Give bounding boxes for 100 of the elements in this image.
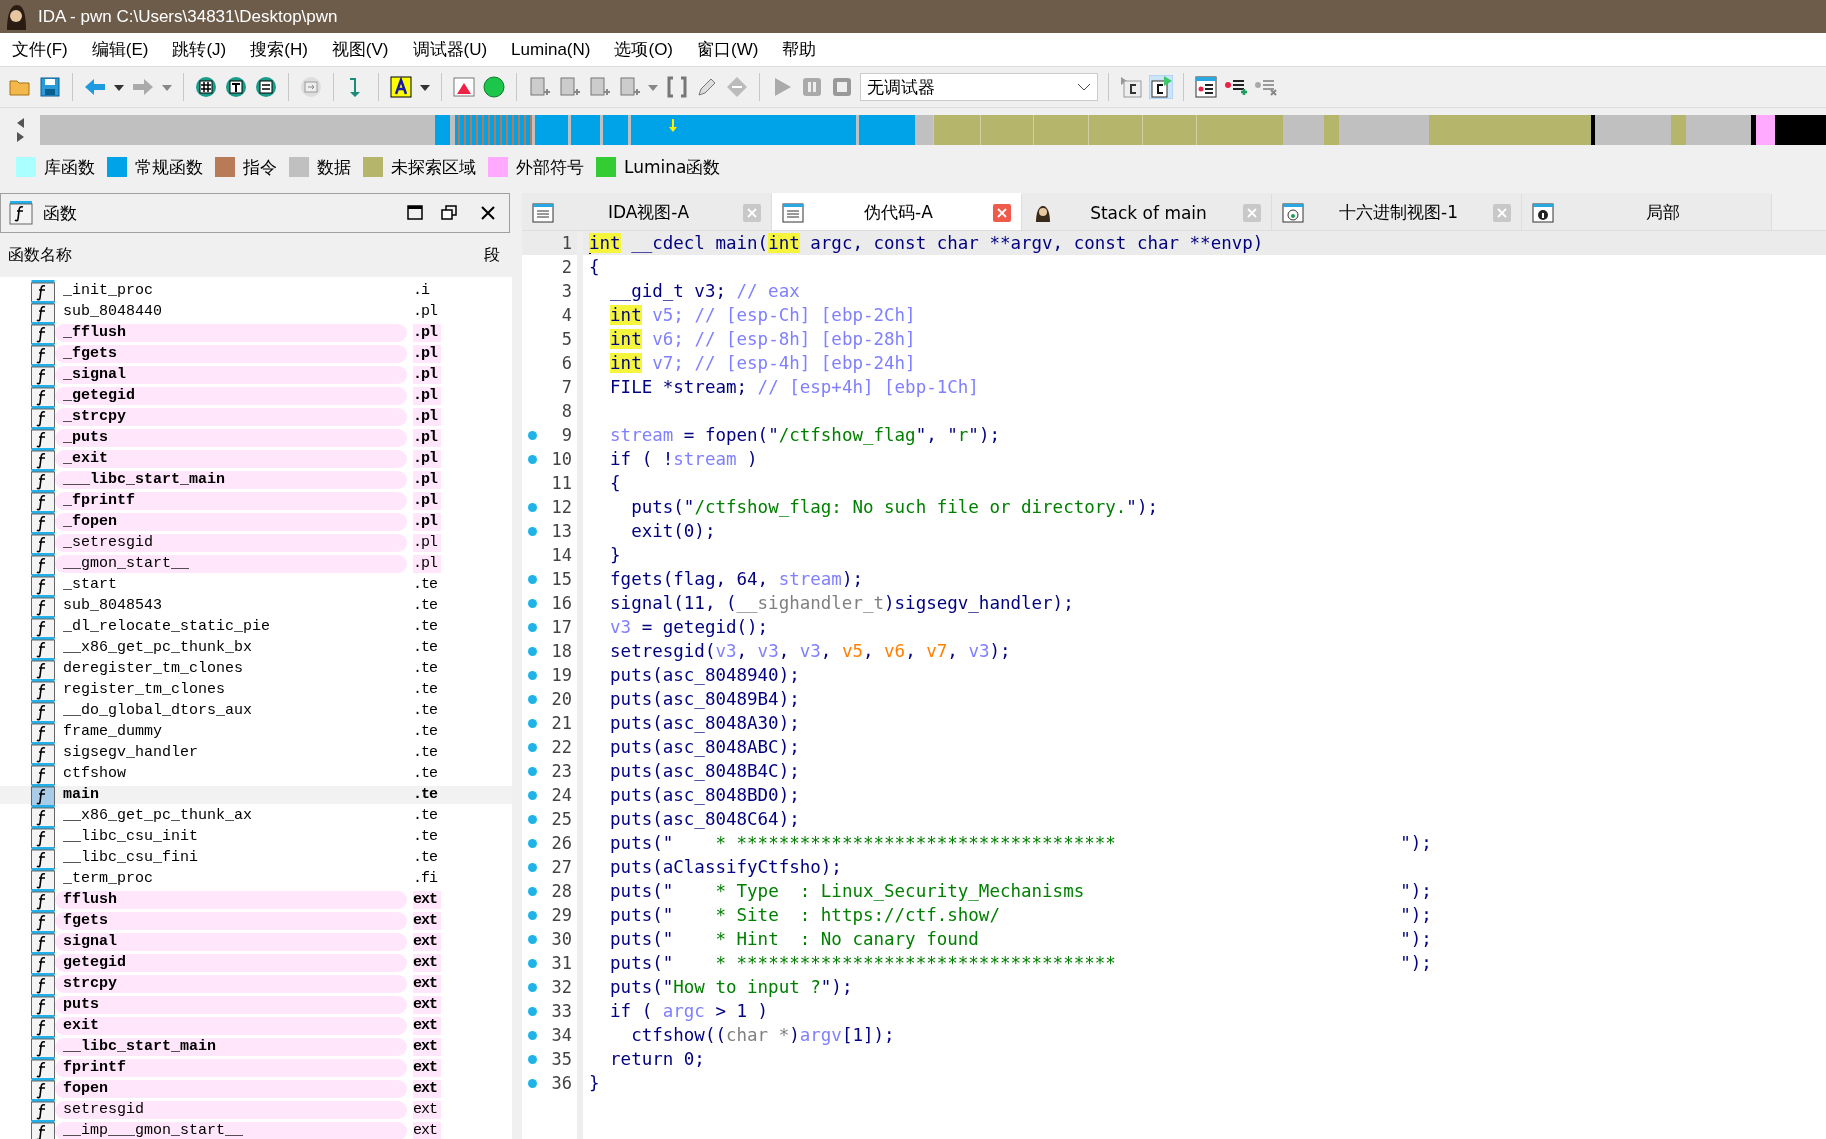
function-name[interactable]: _fflush	[55, 324, 407, 342]
function-name[interactable]: exit	[55, 1017, 407, 1035]
breakpoint-dot[interactable]	[527, 838, 537, 848]
breakpoint-dot[interactable]	[527, 646, 537, 656]
menu-item[interactable]: 帮助	[782, 38, 829, 61]
function-name[interactable]: _exit	[55, 450, 407, 468]
menu-item[interactable]: Lumina(N)	[511, 39, 603, 60]
pause-icon[interactable]	[800, 75, 824, 99]
function-name[interactable]: ctfshow	[55, 765, 407, 783]
breakpoint-dot[interactable]	[527, 742, 537, 752]
breakpoint-dot[interactable]	[527, 718, 537, 728]
function-name[interactable]: _fopen	[55, 513, 407, 531]
breakpoint-dot[interactable]	[527, 526, 537, 536]
menu-item[interactable]: 搜索(H)	[250, 38, 320, 61]
breakpoint-dot[interactable]	[527, 430, 537, 440]
breakpoint-dot[interactable]	[527, 454, 537, 464]
function-name[interactable]: ___libc_start_main	[55, 471, 407, 489]
function-name[interactable]: fflush	[55, 891, 407, 909]
breakpoint-dot[interactable]	[527, 886, 537, 896]
breakpoint-dot[interactable]	[527, 1006, 537, 1016]
function-name[interactable]: __x86_get_pc_thunk_bx	[55, 639, 407, 657]
breakpoint-dot[interactable]	[527, 814, 537, 824]
bracket-icon[interactable]	[665, 75, 689, 99]
function-name[interactable]: sub_8048440	[55, 303, 407, 321]
c-window-icon[interactable]	[1119, 75, 1143, 99]
function-name[interactable]: signal	[55, 933, 407, 951]
menu-item[interactable]: 选项(O)	[614, 38, 685, 61]
binary-icon[interactable]	[254, 75, 278, 99]
function-name[interactable]: getegid	[55, 954, 407, 972]
breakpoint-dot[interactable]	[527, 958, 537, 968]
function-name[interactable]: _fgets	[55, 345, 407, 363]
breakpoint-dot[interactable]	[527, 790, 537, 800]
close-tab-icon[interactable]	[1493, 203, 1511, 222]
c-run-icon[interactable]	[1149, 75, 1173, 99]
function-name[interactable]: sigsegv_handler	[55, 744, 407, 762]
breakpoint-dot[interactable]	[527, 862, 537, 872]
breakpoint-dot[interactable]	[527, 1030, 537, 1040]
function-name[interactable]: _dl_relocate_static_pie	[55, 618, 407, 636]
stop-icon[interactable]	[830, 75, 854, 99]
breakpoint-dot[interactable]	[527, 502, 537, 512]
function-name[interactable]: _term_proc	[55, 870, 407, 888]
function-name[interactable]: __libc_start_main	[55, 1038, 407, 1056]
function-name[interactable]: __do_global_dtors_aux	[55, 702, 407, 720]
maximize-icon[interactable]	[407, 205, 423, 221]
breakpoint-dot[interactable]	[527, 670, 537, 680]
function-name[interactable]: strcpy	[55, 975, 407, 993]
overview-navigator[interactable]	[40, 115, 1826, 145]
breakpoint-dot[interactable]	[527, 598, 537, 608]
function-name[interactable]: __gmon_start__	[55, 555, 407, 573]
breakpoint-dot[interactable]	[527, 1078, 537, 1088]
column-header[interactable]: 函数名称	[0, 244, 476, 266]
save-icon[interactable]	[38, 75, 62, 99]
function-name[interactable]: _signal	[55, 366, 407, 384]
column-header[interactable]: 段	[476, 244, 512, 266]
function-name[interactable]: fgets	[55, 912, 407, 930]
function-name[interactable]: _getegid	[55, 387, 407, 405]
debugger-select[interactable]: 无调试器	[860, 73, 1098, 101]
function-name[interactable]: sub_8048543	[55, 597, 407, 615]
ball-icon[interactable]	[482, 75, 506, 99]
breakpoint-dot[interactable]	[527, 766, 537, 776]
function-name[interactable]: _fprintf	[55, 492, 407, 510]
function-name[interactable]: _setresgid	[55, 534, 407, 552]
tab[interactable]: Stack of main	[1022, 193, 1272, 230]
function-name[interactable]: register_tm_clones	[55, 681, 407, 699]
breakpoint-dot[interactable]	[527, 910, 537, 920]
diamond-icon[interactable]	[725, 75, 749, 99]
breakpoint-dot[interactable]	[527, 982, 537, 992]
function-name[interactable]: _start	[55, 576, 407, 594]
tab[interactable]: 局部	[1522, 193, 1772, 230]
menu-item[interactable]: 跳转(J)	[172, 38, 239, 61]
function-name[interactable]: __libc_csu_fini	[55, 849, 407, 867]
function-name[interactable]: __libc_csu_init	[55, 828, 407, 846]
function-name[interactable]: puts	[55, 996, 407, 1014]
function-name[interactable]: fprintf	[55, 1059, 407, 1077]
close-tab-icon[interactable]	[743, 203, 761, 222]
function-name[interactable]: fopen	[55, 1080, 407, 1098]
menu-item[interactable]: 视图(V)	[331, 38, 401, 61]
text-icon[interactable]	[224, 75, 248, 99]
tab[interactable]: IDA视图-A	[522, 193, 772, 230]
font-color-icon[interactable]	[389, 75, 413, 99]
function-name[interactable]: __x86_get_pc_thunk_ax	[55, 807, 407, 825]
function-name[interactable]: __imp___gmon_start__	[55, 1122, 407, 1139]
breakpoint-dot[interactable]	[527, 934, 537, 944]
function-name[interactable]: setresgid	[55, 1101, 407, 1119]
menu-item[interactable]: 窗口(W)	[697, 38, 771, 61]
menu-item[interactable]: 调试器(U)	[412, 38, 500, 61]
function-name[interactable]: _init_proc	[55, 282, 407, 300]
function-name[interactable]: _puts	[55, 429, 407, 447]
breakpoint-list-icon[interactable]	[1194, 75, 1218, 99]
tab[interactable]: 伪代码-A	[772, 193, 1022, 230]
breakpoint-dot[interactable]	[527, 574, 537, 584]
menu-item[interactable]: 编辑(E)	[91, 38, 161, 61]
breakpoint-dot[interactable]	[527, 1054, 537, 1064]
tab[interactable]: 十六进制视图-1	[1272, 193, 1522, 230]
jump-icon[interactable]	[299, 75, 323, 99]
function-name[interactable]: _strcpy	[55, 408, 407, 426]
close-tab-icon[interactable]	[993, 203, 1011, 222]
menu-item[interactable]: 文件(F)	[12, 38, 80, 61]
close-tab-icon[interactable]	[1243, 203, 1261, 222]
function-name[interactable]: deregister_tm_clones	[55, 660, 407, 678]
